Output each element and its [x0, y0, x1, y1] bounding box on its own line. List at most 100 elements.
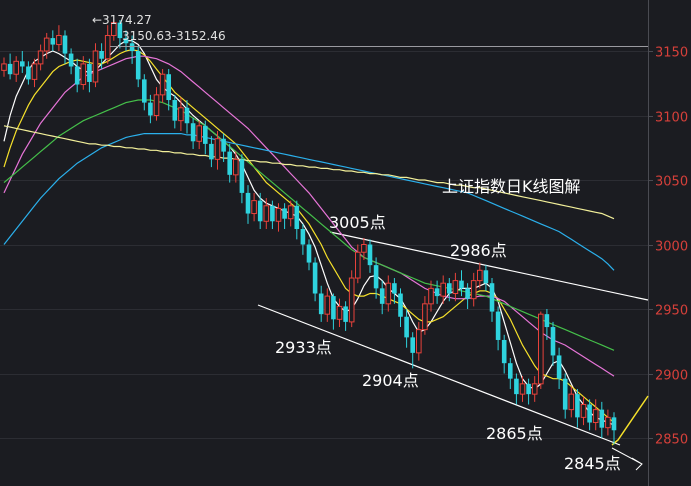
candle-body	[221, 138, 226, 152]
candle-body	[74, 66, 80, 85]
candle-body	[379, 288, 385, 304]
candle-body	[519, 383, 526, 395]
candle-body	[203, 125, 208, 144]
candle-body	[599, 409, 605, 428]
candle-body	[282, 208, 287, 219]
candle-body	[355, 251, 361, 279]
candle-body	[538, 313, 544, 385]
candle-body	[263, 205, 270, 222]
tick-label: 3050	[655, 175, 688, 190]
candle-body	[416, 329, 422, 354]
candle-body	[26, 66, 31, 80]
candle-body	[43, 37, 50, 52]
candle-body	[611, 417, 617, 431]
candle-body	[568, 393, 575, 411]
candle-body	[148, 102, 153, 116]
candle-body	[31, 63, 38, 80]
candle-body	[104, 35, 111, 60]
candle-body	[306, 244, 312, 263]
candle-body	[56, 35, 62, 46]
candle-body	[99, 51, 104, 59]
candle-body	[336, 305, 343, 320]
candle-body	[544, 314, 550, 328]
candle-body	[501, 339, 507, 364]
candle-body	[159, 73, 166, 96]
candle-body	[233, 158, 239, 176]
candle-body	[129, 43, 135, 51]
candle-body	[190, 123, 196, 142]
candle-body	[495, 311, 501, 340]
candle-body	[312, 262, 318, 294]
candle-body	[227, 151, 232, 175]
annotation-3005: 3005点	[329, 213, 386, 232]
candle-body	[324, 295, 331, 315]
candle-body	[50, 38, 56, 45]
candle-body	[209, 143, 214, 160]
candle-body	[166, 74, 171, 101]
candlestick-chart: 3150 3100 3050 3000 2950 2900 2850 ←3174.27 31…	[0, 0, 691, 486]
candle-body	[483, 270, 489, 284]
candle-body	[7, 63, 13, 75]
candle-body	[318, 293, 324, 315]
candle-body	[447, 283, 452, 294]
annotation-2933: 2933点	[275, 338, 332, 357]
annotation-2865: 2865点	[486, 424, 543, 443]
candle-body	[270, 205, 275, 222]
candle-body	[477, 269, 483, 282]
candle-body	[440, 282, 446, 297]
candle-body	[275, 207, 282, 222]
candle-body	[392, 283, 397, 294]
candle-body	[294, 205, 300, 230]
candle-body	[404, 316, 409, 338]
candle-body	[184, 107, 190, 124]
candle-body	[459, 280, 464, 289]
candle-body	[37, 50, 44, 65]
candle-body	[452, 280, 459, 295]
candle-body	[92, 50, 99, 83]
candle-body	[178, 107, 184, 122]
candle-body	[142, 79, 147, 103]
high-marker-label: ←3174.27	[92, 13, 152, 27]
candle-body	[68, 53, 74, 67]
candle-body	[526, 383, 531, 395]
candle-body	[153, 94, 160, 116]
tick-label: 2900	[655, 369, 688, 384]
candle-body	[361, 244, 367, 253]
candle-body	[470, 280, 477, 300]
chart-title: 上证指数日K线图解	[442, 177, 581, 196]
candle-body	[62, 35, 68, 54]
annotation-2904: 2904点	[362, 371, 419, 390]
candle-body	[287, 205, 294, 220]
candle-body	[196, 125, 202, 142]
candle-body	[251, 200, 257, 215]
candle-body	[580, 403, 587, 418]
candle-body	[80, 63, 87, 86]
candle-body	[87, 63, 92, 82]
candle-body	[13, 60, 19, 75]
tick-label: 3150	[655, 46, 688, 61]
chart-stage: 3150 3100 3050 3000 2950 2900 2850 ←3174.27 31…	[0, 0, 691, 486]
candle-body	[592, 409, 599, 424]
range-marker-label: 3150.63-3152.46	[122, 29, 226, 43]
candle-body	[550, 327, 556, 356]
candle-body	[239, 159, 245, 193]
candle-body	[373, 265, 379, 289]
candle-body	[605, 416, 611, 429]
candle-body	[300, 229, 306, 245]
tick-label: 2850	[655, 433, 688, 448]
candle-body	[348, 277, 355, 323]
candle-body	[367, 244, 373, 266]
candle-body	[343, 306, 348, 322]
candle-body	[245, 192, 251, 214]
candle-body	[1, 63, 7, 71]
annotation-2986: 2986点	[450, 241, 507, 260]
tick-label: 3100	[655, 111, 688, 126]
candle-body	[422, 303, 428, 331]
candle-body	[587, 404, 592, 423]
candle-body	[385, 282, 392, 305]
candle-body	[257, 200, 263, 222]
candle-body	[465, 288, 470, 299]
candle-body	[214, 138, 221, 160]
candle-body	[398, 293, 403, 317]
candle-body	[556, 355, 562, 379]
